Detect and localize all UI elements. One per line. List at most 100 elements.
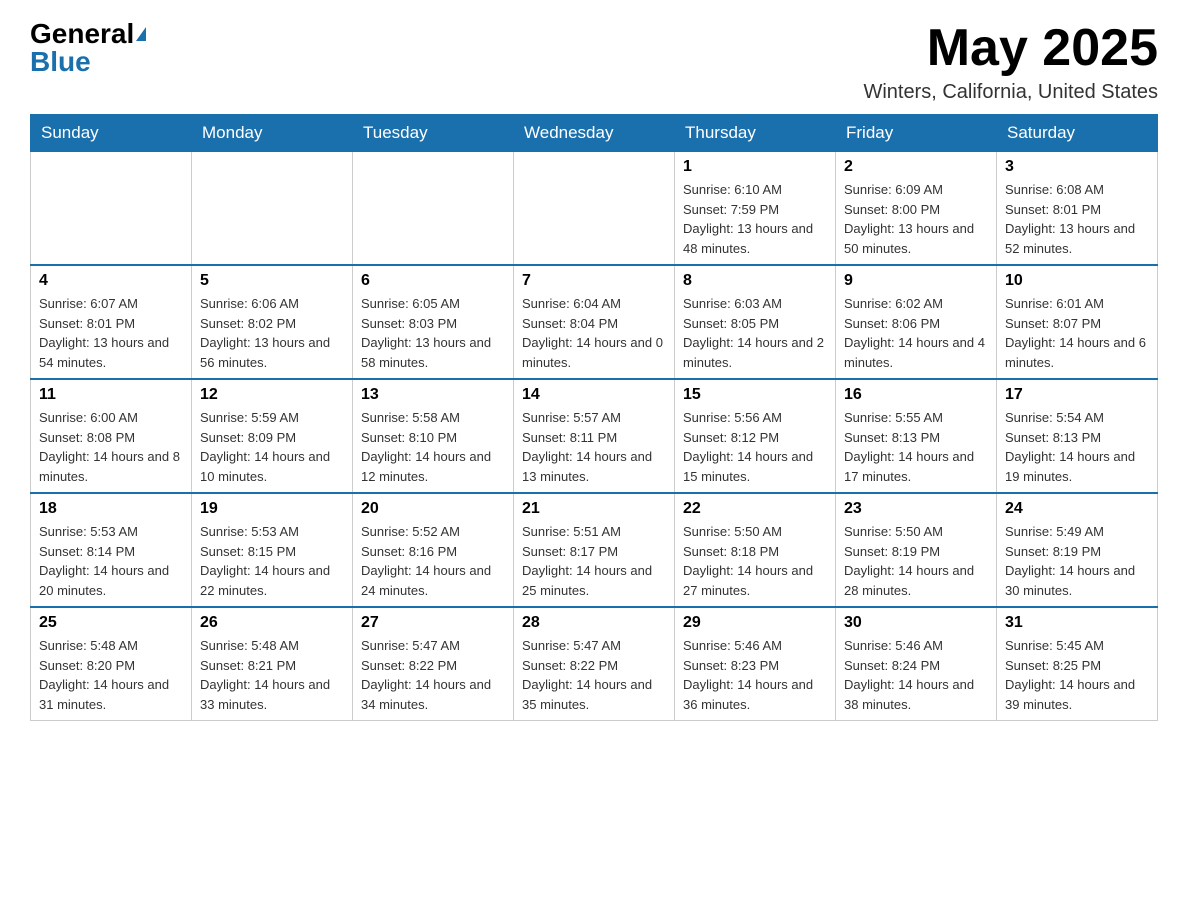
day-number: 5 xyxy=(200,272,344,290)
day-number: 3 xyxy=(1005,158,1149,176)
weekday-header-wednesday: Wednesday xyxy=(514,115,675,152)
title-area: May 2025 Winters, California, United Sta… xyxy=(863,20,1158,104)
day-number: 12 xyxy=(200,386,344,404)
day-number: 7 xyxy=(522,272,666,290)
day-info: Sunrise: 6:02 AM Sunset: 8:06 PM Dayligh… xyxy=(844,294,988,372)
day-info: Sunrise: 5:50 AM Sunset: 8:18 PM Dayligh… xyxy=(683,522,827,600)
logo-general-text: General xyxy=(30,20,134,48)
calendar-cell: 10 Sunrise: 6:01 AM Sunset: 8:07 PM Dayli… xyxy=(997,265,1158,379)
day-number: 2 xyxy=(844,158,988,176)
day-info: Sunrise: 6:03 AM Sunset: 8:05 PM Dayligh… xyxy=(683,294,827,372)
day-info: Sunrise: 5:53 AM Sunset: 8:14 PM Dayligh… xyxy=(39,522,183,600)
calendar-cell: 7 Sunrise: 6:04 AM Sunset: 8:04 PM Daylig… xyxy=(514,265,675,379)
day-number: 8 xyxy=(683,272,827,290)
day-number: 9 xyxy=(844,272,988,290)
day-info: Sunrise: 5:49 AM Sunset: 8:19 PM Dayligh… xyxy=(1005,522,1149,600)
page-header: General Blue May 2025 Winters, Californi… xyxy=(30,20,1158,104)
weekday-header-monday: Monday xyxy=(192,115,353,152)
day-number: 18 xyxy=(39,500,183,518)
calendar-cell: 16Sunrise: 5:55 AM Sunset: 8:13 PM Dayli… xyxy=(836,379,997,493)
calendar-cell: 9 Sunrise: 6:02 AM Sunset: 8:06 PM Daylig… xyxy=(836,265,997,379)
day-info: Sunrise: 6:09 AM Sunset: 8:00 PM Dayligh… xyxy=(844,180,988,258)
day-number: 27 xyxy=(361,614,505,632)
day-info: Sunrise: 5:51 AM Sunset: 8:17 PM Dayligh… xyxy=(522,522,666,600)
day-number: 6 xyxy=(361,272,505,290)
calendar-cell xyxy=(353,152,514,266)
calendar-cell: 26Sunrise: 5:48 AM Sunset: 8:21 PM Dayli… xyxy=(192,607,353,721)
weekday-header-thursday: Thursday xyxy=(675,115,836,152)
calendar-cell: 18 Sunrise: 5:53 AM Sunset: 8:14 PM Dayli… xyxy=(31,493,192,607)
calendar-cell: 6 Sunrise: 6:05 AM Sunset: 8:03 PM Daylig… xyxy=(353,265,514,379)
day-info: Sunrise: 6:04 AM Sunset: 8:04 PM Dayligh… xyxy=(522,294,666,372)
day-number: 24 xyxy=(1005,500,1149,518)
day-number: 14 xyxy=(522,386,666,404)
location-subtitle: Winters, California, United States xyxy=(863,81,1158,104)
day-info: Sunrise: 5:56 AM Sunset: 8:12 PM Dayligh… xyxy=(683,408,827,486)
day-info: Sunrise: 6:00 AM Sunset: 8:08 PM Dayligh… xyxy=(39,408,183,486)
calendar-cell: 31Sunrise: 5:45 AM Sunset: 8:25 PM Dayli… xyxy=(997,607,1158,721)
weekday-header-tuesday: Tuesday xyxy=(353,115,514,152)
calendar-cell: 4Sunrise: 6:07 AM Sunset: 8:01 PM Daylig… xyxy=(31,265,192,379)
calendar-cell: 27 Sunrise: 5:47 AM Sunset: 8:22 PM Dayli… xyxy=(353,607,514,721)
day-number: 28 xyxy=(522,614,666,632)
calendar-cell: 3 Sunrise: 6:08 AM Sunset: 8:01 PM Daylig… xyxy=(997,152,1158,266)
day-info: Sunrise: 5:46 AM Sunset: 8:23 PM Dayligh… xyxy=(683,636,827,714)
calendar-cell: 15 Sunrise: 5:56 AM Sunset: 8:12 PM Dayli… xyxy=(675,379,836,493)
day-info: Sunrise: 5:52 AM Sunset: 8:16 PM Dayligh… xyxy=(361,522,505,600)
day-number: 19 xyxy=(200,500,344,518)
calendar-cell: 28 Sunrise: 5:47 AM Sunset: 8:22 PM Dayli… xyxy=(514,607,675,721)
calendar-cell: 17Sunrise: 5:54 AM Sunset: 8:13 PM Dayli… xyxy=(997,379,1158,493)
day-info: Sunrise: 5:47 AM Sunset: 8:22 PM Dayligh… xyxy=(522,636,666,714)
calendar-cell: 24 Sunrise: 5:49 AM Sunset: 8:19 PM Dayli… xyxy=(997,493,1158,607)
calendar-week-row: 4Sunrise: 6:07 AM Sunset: 8:01 PM Daylig… xyxy=(31,265,1158,379)
calendar-week-row: 18 Sunrise: 5:53 AM Sunset: 8:14 PM Dayli… xyxy=(31,493,1158,607)
calendar-cell: 21 Sunrise: 5:51 AM Sunset: 8:17 PM Dayli… xyxy=(514,493,675,607)
day-info: Sunrise: 6:05 AM Sunset: 8:03 PM Dayligh… xyxy=(361,294,505,372)
day-number: 23 xyxy=(844,500,988,518)
calendar-cell xyxy=(192,152,353,266)
day-number: 11 xyxy=(39,386,183,404)
calendar-cell: 29 Sunrise: 5:46 AM Sunset: 8:23 PM Dayli… xyxy=(675,607,836,721)
day-number: 10 xyxy=(1005,272,1149,290)
calendar-table: SundayMondayTuesdayWednesdayThursdayFrid… xyxy=(30,114,1158,721)
day-number: 20 xyxy=(361,500,505,518)
calendar-cell: 23 Sunrise: 5:50 AM Sunset: 8:19 PM Dayli… xyxy=(836,493,997,607)
day-info: Sunrise: 5:50 AM Sunset: 8:19 PM Dayligh… xyxy=(844,522,988,600)
calendar-cell: 1 Sunrise: 6:10 AM Sunset: 7:59 PM Daylig… xyxy=(675,152,836,266)
day-info: Sunrise: 5:59 AM Sunset: 8:09 PM Dayligh… xyxy=(200,408,344,486)
day-info: Sunrise: 5:53 AM Sunset: 8:15 PM Dayligh… xyxy=(200,522,344,600)
day-info: Sunrise: 6:07 AM Sunset: 8:01 PM Dayligh… xyxy=(39,294,183,372)
day-number: 21 xyxy=(522,500,666,518)
day-number: 13 xyxy=(361,386,505,404)
day-info: Sunrise: 5:57 AM Sunset: 8:11 PM Dayligh… xyxy=(522,408,666,486)
day-number: 16 xyxy=(844,386,988,404)
day-info: Sunrise: 5:46 AM Sunset: 8:24 PM Dayligh… xyxy=(844,636,988,714)
logo: General Blue xyxy=(30,20,146,76)
day-info: Sunrise: 6:06 AM Sunset: 8:02 PM Dayligh… xyxy=(200,294,344,372)
calendar-header-row: SundayMondayTuesdayWednesdayThursdayFrid… xyxy=(31,115,1158,152)
day-number: 15 xyxy=(683,386,827,404)
calendar-week-row: 1 Sunrise: 6:10 AM Sunset: 7:59 PM Daylig… xyxy=(31,152,1158,266)
weekday-header-sunday: Sunday xyxy=(31,115,192,152)
day-info: Sunrise: 5:58 AM Sunset: 8:10 PM Dayligh… xyxy=(361,408,505,486)
day-number: 26 xyxy=(200,614,344,632)
day-info: Sunrise: 6:08 AM Sunset: 8:01 PM Dayligh… xyxy=(1005,180,1149,258)
day-number: 1 xyxy=(683,158,827,176)
calendar-cell: 2 Sunrise: 6:09 AM Sunset: 8:00 PM Daylig… xyxy=(836,152,997,266)
day-info: Sunrise: 6:01 AM Sunset: 8:07 PM Dayligh… xyxy=(1005,294,1149,372)
calendar-cell xyxy=(31,152,192,266)
calendar-cell: 11 Sunrise: 6:00 AM Sunset: 8:08 PM Dayli… xyxy=(31,379,192,493)
day-number: 25 xyxy=(39,614,183,632)
calendar-cell: 25 Sunrise: 5:48 AM Sunset: 8:20 PM Dayli… xyxy=(31,607,192,721)
weekday-header-friday: Friday xyxy=(836,115,997,152)
calendar-cell xyxy=(514,152,675,266)
day-info: Sunrise: 6:10 AM Sunset: 7:59 PM Dayligh… xyxy=(683,180,827,258)
day-info: Sunrise: 5:47 AM Sunset: 8:22 PM Dayligh… xyxy=(361,636,505,714)
day-number: 31 xyxy=(1005,614,1149,632)
calendar-cell: 19 Sunrise: 5:53 AM Sunset: 8:15 PM Dayli… xyxy=(192,493,353,607)
month-year-title: May 2025 xyxy=(863,20,1158,77)
calendar-cell: 13 Sunrise: 5:58 AM Sunset: 8:10 PM Dayli… xyxy=(353,379,514,493)
day-number: 29 xyxy=(683,614,827,632)
day-number: 22 xyxy=(683,500,827,518)
day-info: Sunrise: 5:48 AM Sunset: 8:20 PM Dayligh… xyxy=(39,636,183,714)
